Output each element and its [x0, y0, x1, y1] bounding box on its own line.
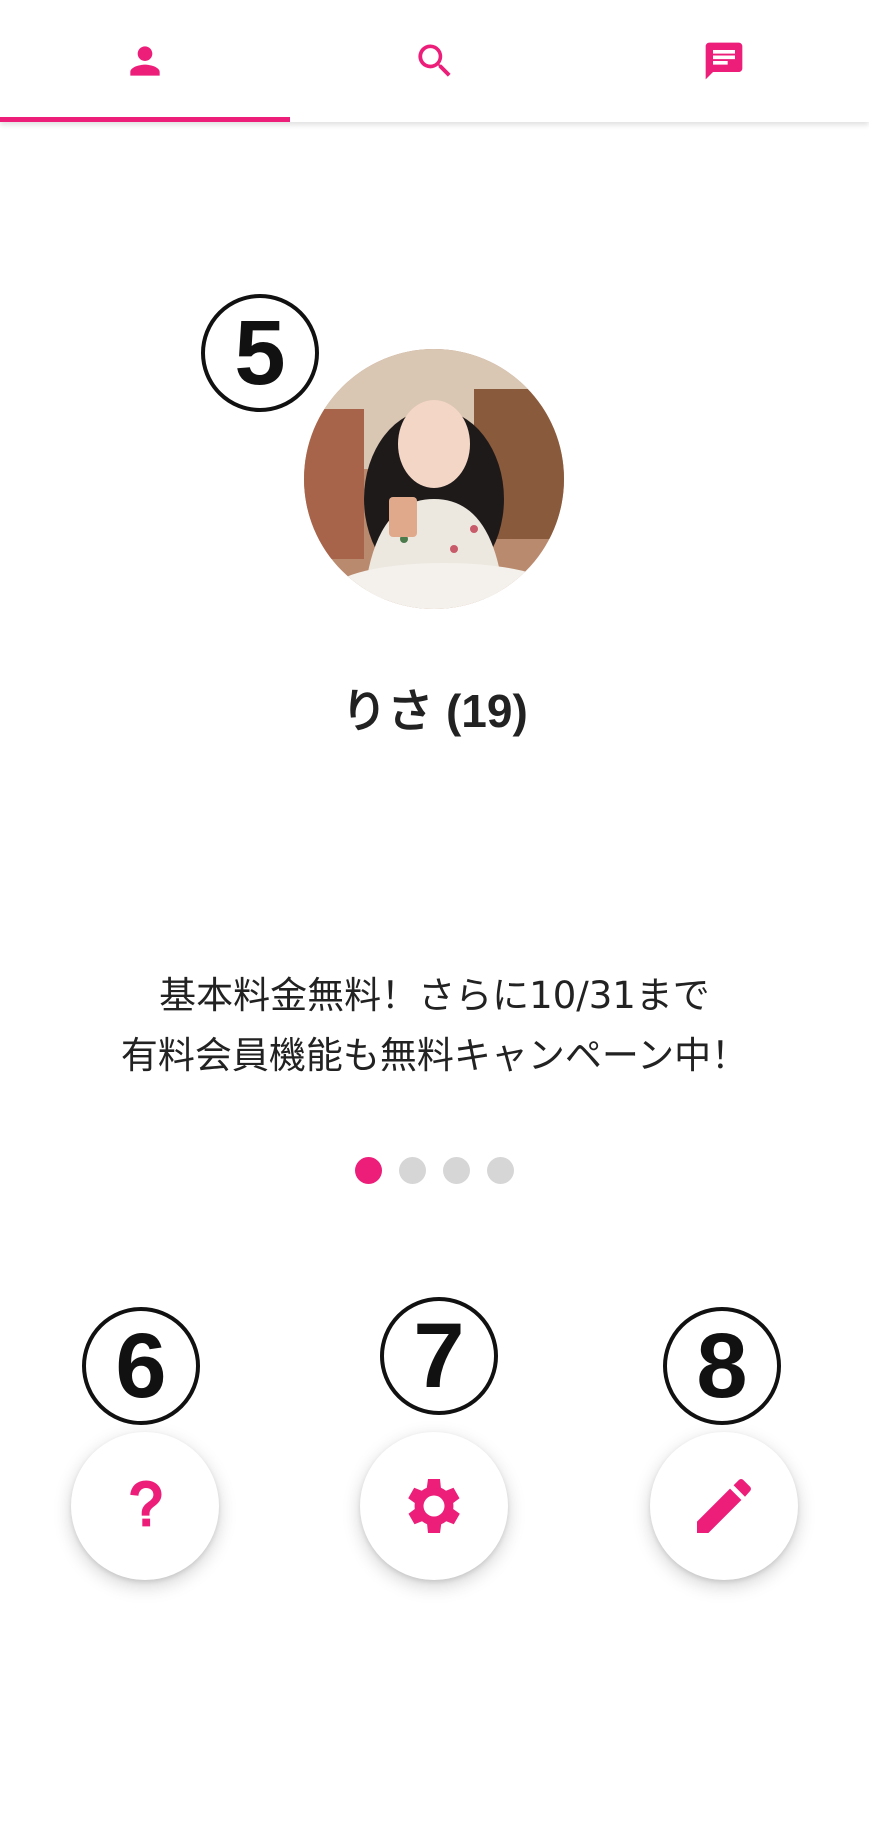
profile-name-age: りさ (19): [341, 685, 528, 737]
annotation-marker-7: 7: [380, 1297, 498, 1415]
edit-icon: [697, 1479, 751, 1533]
profile-avatar[interactable]: [304, 349, 564, 609]
annotation-marker-5: 5: [201, 294, 319, 412]
promo-line-1: 基本料金無料！さらに10/31まで: [159, 974, 710, 1017]
carousel-dot-4[interactable]: [487, 1157, 514, 1184]
tab-search[interactable]: [290, 0, 580, 122]
settings-icon: [408, 1479, 460, 1533]
help-button[interactable]: [71, 1432, 219, 1580]
carousel-dot-1[interactable]: [355, 1157, 382, 1184]
avatar-photo: [304, 349, 564, 609]
search-icon: [417, 44, 451, 77]
tab-messages[interactable]: [579, 0, 869, 122]
carousel-indicator: [0, 1157, 869, 1184]
promo-message: 基本料金無料！さらに10/31まで 有料会員機能も無料キャンペーン中！: [0, 966, 869, 1086]
promo-line-2: 有料会員機能も無料キャンペーン中！: [120, 1034, 749, 1077]
settings-button[interactable]: [360, 1432, 508, 1580]
carousel-dot-2[interactable]: [399, 1157, 426, 1184]
help-icon: [130, 1480, 162, 1527]
top-tab-bar: [0, 0, 869, 122]
person-icon: [130, 46, 160, 76]
tab-profile[interactable]: [0, 0, 290, 122]
annotation-marker-6: 6: [82, 1307, 200, 1425]
edit-profile-button[interactable]: [650, 1432, 798, 1580]
carousel-dot-3[interactable]: [443, 1157, 470, 1184]
chat-icon: [705, 42, 743, 80]
annotation-marker-8: 8: [663, 1307, 781, 1425]
profile-screen: 5 りさ (19) 基本料金無料！さらに10/31まで 有料会員機能も無料キャン…: [0, 0, 869, 1821]
